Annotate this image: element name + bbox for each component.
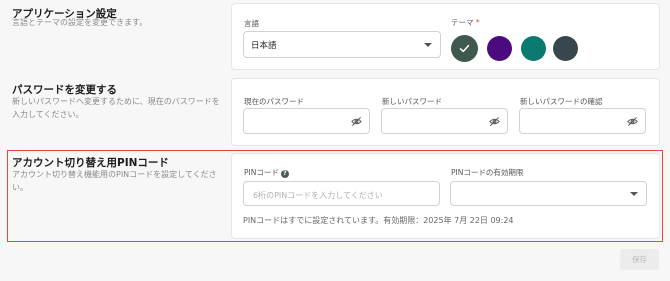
confirm-password-input[interactable] bbox=[519, 108, 646, 134]
eye-off-icon[interactable] bbox=[489, 116, 500, 127]
pin-section-highlight bbox=[7, 150, 663, 242]
theme-swatch-2[interactable] bbox=[487, 36, 512, 61]
new-password-label: 新しいパスワード bbox=[382, 97, 442, 106]
password-card: 現在のパスワード 新しいパスワード 新しいパスワードの確認 bbox=[231, 78, 660, 146]
theme-label: テーマ * bbox=[451, 18, 480, 27]
current-password-input[interactable] bbox=[243, 108, 370, 134]
app-settings-description: 言語とテーマの設定を変更できます。 bbox=[12, 18, 148, 27]
password-description: 新しいパスワードへ変更するために、現在のパスワードを入力してください。 bbox=[12, 97, 220, 119]
theme-swatch-3[interactable] bbox=[521, 36, 546, 61]
check-icon bbox=[459, 44, 470, 53]
eye-off-icon[interactable] bbox=[351, 116, 362, 127]
required-mark: * bbox=[475, 18, 480, 27]
eye-off-icon[interactable] bbox=[627, 116, 638, 127]
new-password-input[interactable] bbox=[381, 108, 508, 134]
password-title: パスワードを変更する bbox=[12, 84, 117, 96]
app-settings-card: 言語 日本語 テーマ * bbox=[231, 3, 660, 70]
save-button[interactable]: 保存 bbox=[620, 249, 659, 270]
theme-swatch-1[interactable] bbox=[451, 35, 478, 62]
chevron-down-icon bbox=[424, 43, 432, 47]
confirm-password-label: 新しいパスワードの確認 bbox=[520, 97, 603, 106]
theme-swatch-4[interactable] bbox=[553, 36, 578, 61]
language-label: 言語 bbox=[244, 19, 259, 28]
language-value: 日本語 bbox=[251, 41, 277, 51]
current-password-label: 現在のパスワード bbox=[244, 97, 304, 106]
language-select[interactable]: 日本語 bbox=[243, 31, 441, 58]
